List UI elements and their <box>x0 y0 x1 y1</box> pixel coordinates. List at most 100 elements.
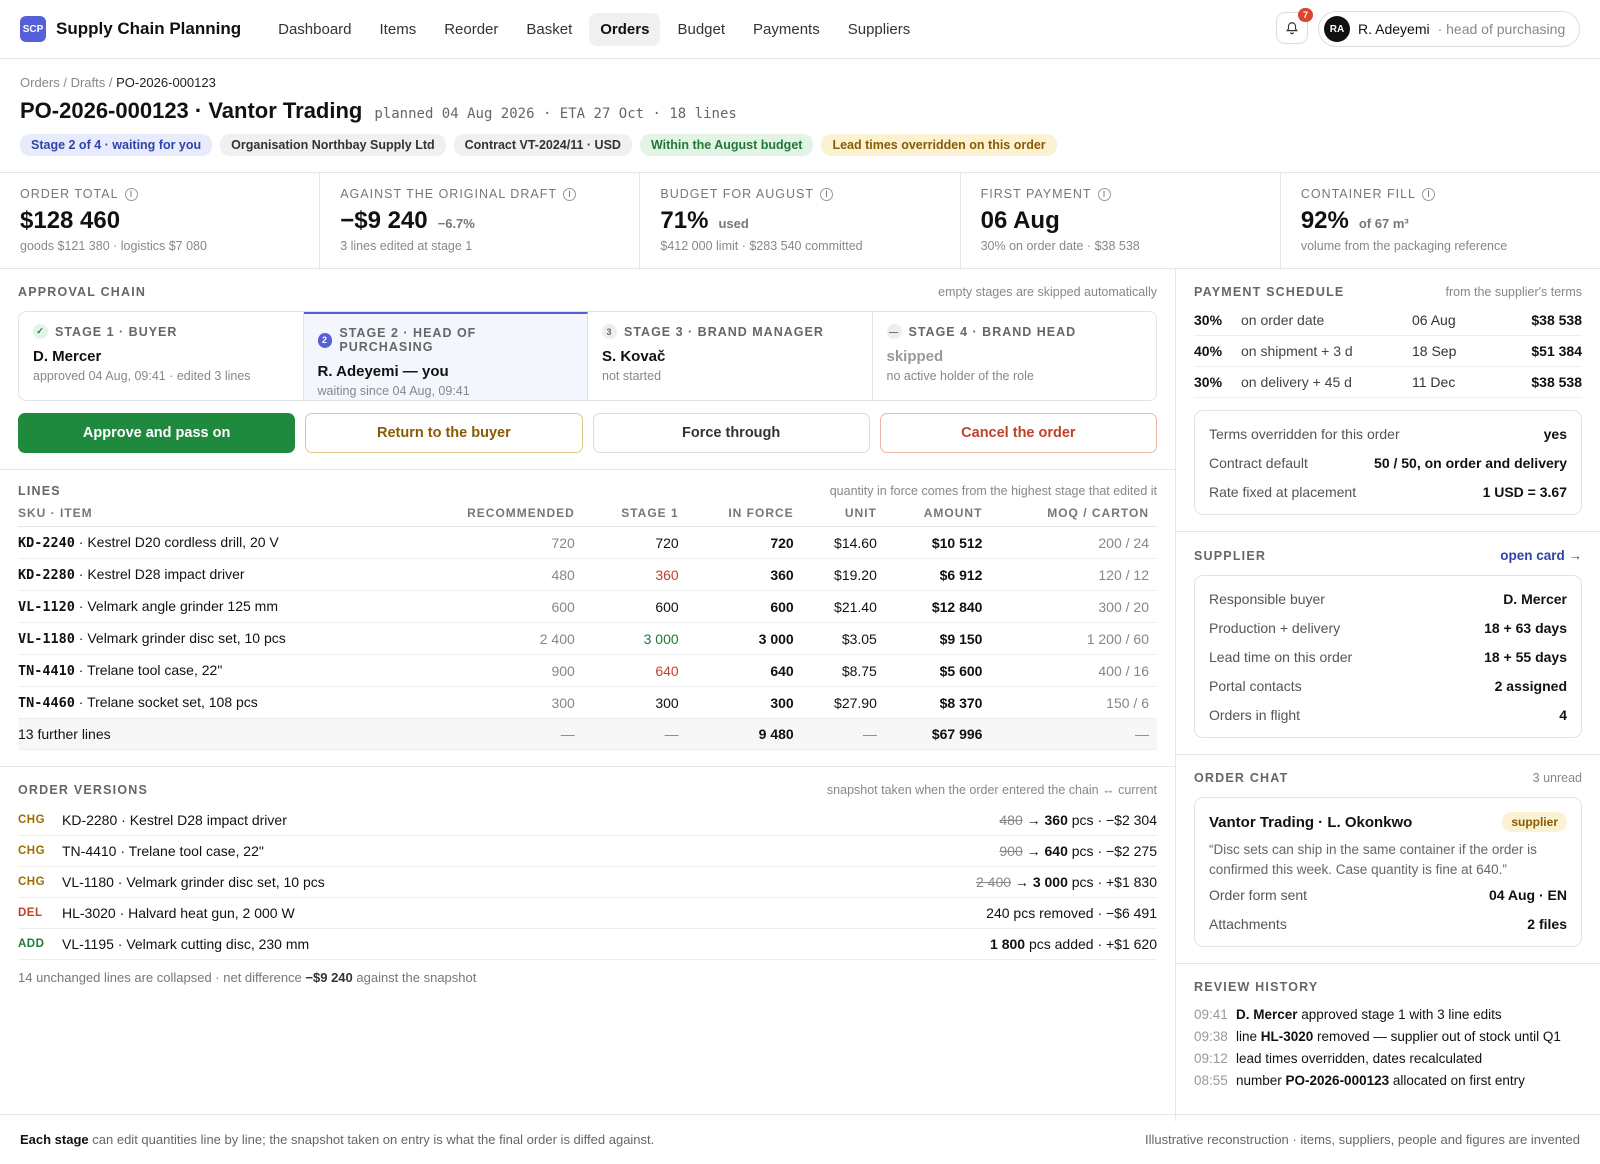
kpi-strip: Order total i $128 460 goods $121 380 · l… <box>0 173 1600 269</box>
column-header[interactable]: UNIT <box>801 498 885 527</box>
user-name: R. Adeyemi <box>1358 21 1430 37</box>
sku-item-cell: TN-4410 · Trelane tool case, 22" <box>18 654 408 687</box>
change-kind-badge: CHG <box>18 814 46 826</box>
stage-status: not started <box>602 369 662 383</box>
nav-budget[interactable]: Budget <box>666 13 736 46</box>
old-quantity: 480 <box>999 812 1023 828</box>
stage1-cell: 720 <box>582 526 687 559</box>
chat-sender: Vantor Trading · L. Okonkwo <box>1209 813 1413 831</box>
supplier-row: Orders in flight 4 <box>1209 700 1567 729</box>
footer-note: Each stage can edit quantities line by l… <box>20 1132 655 1147</box>
column-header[interactable]: STAGE 1 <box>582 498 687 527</box>
check-icon: ✓ <box>33 324 48 339</box>
version-row[interactable]: CHG TN-4410 · Trelane tool case, 22" 900 →… <box>18 836 1157 867</box>
further-lines-row[interactable]: 13 further lines — —9 480— $67 996— <box>18 718 1157 750</box>
change-kind-badge: CHG <box>18 876 46 888</box>
moq-cell: 300 / 20 <box>990 590 1157 623</box>
supplier-row: Lead time on this order 18 + 55 days <box>1209 642 1567 671</box>
recommended-cell: — <box>407 718 583 750</box>
item-name: · Kestrel D20 cordless drill, 20 V <box>74 534 279 550</box>
version-row[interactable]: CHG KD-2280 · Kestrel D28 impact driver 48… <box>18 805 1157 836</box>
payment-amount: $51 384 <box>1531 343 1582 359</box>
approve-button[interactable]: Approve and pass on <box>18 413 296 453</box>
app-logo[interactable]: SCP <box>20 16 46 42</box>
unit-cell: $21.40 <box>801 590 885 623</box>
version-item: HL-3020 · Halvard heat gun, 2 000 W <box>62 905 295 921</box>
info-icon[interactable]: i <box>124 187 138 201</box>
nav-payments[interactable]: Payments <box>742 13 831 46</box>
stage-2-card[interactable]: 2 STAGE 2 · HEAD OF PURCHASING R. Adeyemi… <box>303 312 588 400</box>
supplier-field-label: Responsible buyer <box>1209 590 1325 607</box>
column-header[interactable]: AMOUNT <box>884 498 991 527</box>
breadcrumb-orders[interactable]: Orders <box>20 75 60 90</box>
amount-cell: $5 600 <box>884 654 991 687</box>
cancel-order-button[interactable]: Cancel the order <box>879 413 1157 453</box>
sku-code[interactable]: TN-4410 <box>18 663 75 679</box>
nav-reorder[interactable]: Reorder <box>433 13 509 46</box>
kpi-value: 06 Aug <box>980 207 1060 234</box>
sku-code[interactable]: VL-1120 <box>18 599 75 615</box>
sku-code[interactable]: KD-2280 <box>18 567 75 583</box>
lines-table: SKU · ITEM RECOMMENDED STAGE 1 IN FORCE … <box>18 498 1157 750</box>
supplier-row: Portal contacts 2 assigned <box>1209 671 1567 700</box>
nav-basket[interactable]: Basket <box>515 13 583 46</box>
section-title: Review history <box>1194 980 1319 994</box>
history-time: 09:38 <box>1194 1029 1228 1044</box>
nav-suppliers[interactable]: Suppliers <box>837 13 922 46</box>
return-button[interactable]: Return to the buyer <box>305 413 583 453</box>
nav-orders[interactable]: Orders <box>589 12 661 46</box>
open-supplier-card-link[interactable]: open card → <box>1500 548 1582 563</box>
stage-3-card[interactable]: 3 STAGE 3 · BRAND MANAGER S. Kovač not st… <box>588 312 873 400</box>
column-header[interactable]: IN FORCE <box>686 498 802 527</box>
info-icon[interactable]: i <box>820 187 833 201</box>
stage-number: 3 <box>602 324 617 339</box>
table-row[interactable]: TN-4410 · Trelane tool case, 22" 900 640 64… <box>18 654 1157 687</box>
kpi-sub: goods $121 380 · logistics $7 080 <box>20 239 207 253</box>
version-row[interactable]: DEL HL-3020 · Halvard heat gun, 2 000 W 24… <box>18 898 1157 929</box>
moq-cell: 200 / 24 <box>990 526 1157 559</box>
app-name[interactable]: Supply Chain Planning <box>56 19 241 39</box>
table-row[interactable]: VL-1180 · Velmark grinder disc set, 10 p… <box>18 622 1157 655</box>
payment-date: 18 Sep <box>1412 343 1457 359</box>
info-icon[interactable]: i <box>1097 187 1111 201</box>
table-row[interactable]: KD-2240 · Kestrel D20 cordless drill, 20… <box>18 526 1157 559</box>
new-quantity: 3 000 <box>1032 874 1068 890</box>
section-title: Payment schedule <box>1194 285 1345 299</box>
breadcrumb-drafts[interactable]: Drafts <box>71 75 106 90</box>
version-row[interactable]: CHG VL-1180 · Velmark grinder disc set, 1… <box>18 867 1157 898</box>
info-icon[interactable]: i <box>1421 187 1435 201</box>
lines-section: Lines quantity in force comes from the hi… <box>0 470 1175 766</box>
notifications-button[interactable]: 7 <box>1276 8 1313 44</box>
skip-icon: — <box>886 324 902 339</box>
history-text: allocated on first entry <box>1389 1073 1525 1088</box>
sku-code[interactable]: VL-1180 <box>18 631 75 647</box>
change-detail: pcs · −$2 304 <box>1067 812 1157 828</box>
table-row[interactable]: KD-2280 · Kestrel D28 impact driver 480 36… <box>18 558 1157 591</box>
payment-row: 30% on order date 06 Aug $38 538 <box>1194 305 1582 336</box>
sku-code[interactable]: TN-4460 <box>18 695 75 711</box>
payment-row: 30% on delivery + 45 d 11 Dec $38 538 <box>1194 367 1582 398</box>
user-menu[interactable]: RA R. Adeyemi · head of purchasing <box>1318 11 1581 47</box>
stage-4-card[interactable]: — STAGE 4 · BRAND HEAD skipped no active … <box>873 312 1157 400</box>
payment-percent: 30% <box>1194 312 1223 328</box>
column-header[interactable]: RECOMMENDED <box>407 498 583 527</box>
force-through-button[interactable]: Force through <box>592 413 870 453</box>
nav-items[interactable]: Items <box>369 13 428 46</box>
version-row[interactable]: ADD VL-1195 · Velmark cutting disc, 230 m… <box>18 929 1157 960</box>
info-icon[interactable]: i <box>562 187 576 201</box>
notification-count: 7 <box>1297 8 1313 22</box>
attachments-row: Attachments 2 files <box>1209 915 1567 932</box>
new-quantity: 640 <box>1044 843 1068 859</box>
page-title: PO-2026-000123 · Vantor Trading <box>20 98 363 123</box>
column-header[interactable]: MOQ / CARTON <box>990 498 1157 527</box>
chat-card[interactable]: Vantor Trading · L. Okonkwo supplier “Dis… <box>1194 797 1582 947</box>
stage-number: 2 <box>317 332 333 348</box>
stage-1-card[interactable]: ✓ STAGE 1 · BUYER D. Mercer approved 04 A… <box>19 312 304 400</box>
column-header[interactable]: SKU · ITEM <box>18 498 408 527</box>
sku-code[interactable]: KD-2240 <box>18 535 75 551</box>
nav-dashboard[interactable]: Dashboard <box>267 13 362 46</box>
table-row[interactable]: TN-4460 · Trelane socket set, 108 pcs 300… <box>18 686 1157 719</box>
table-row[interactable]: VL-1120 · Velmark angle grinder 125 mm 60… <box>18 590 1157 623</box>
amount-cell: $10 512 <box>884 526 991 559</box>
sku-item-cell: VL-1120 · Velmark angle grinder 125 mm <box>18 590 408 623</box>
